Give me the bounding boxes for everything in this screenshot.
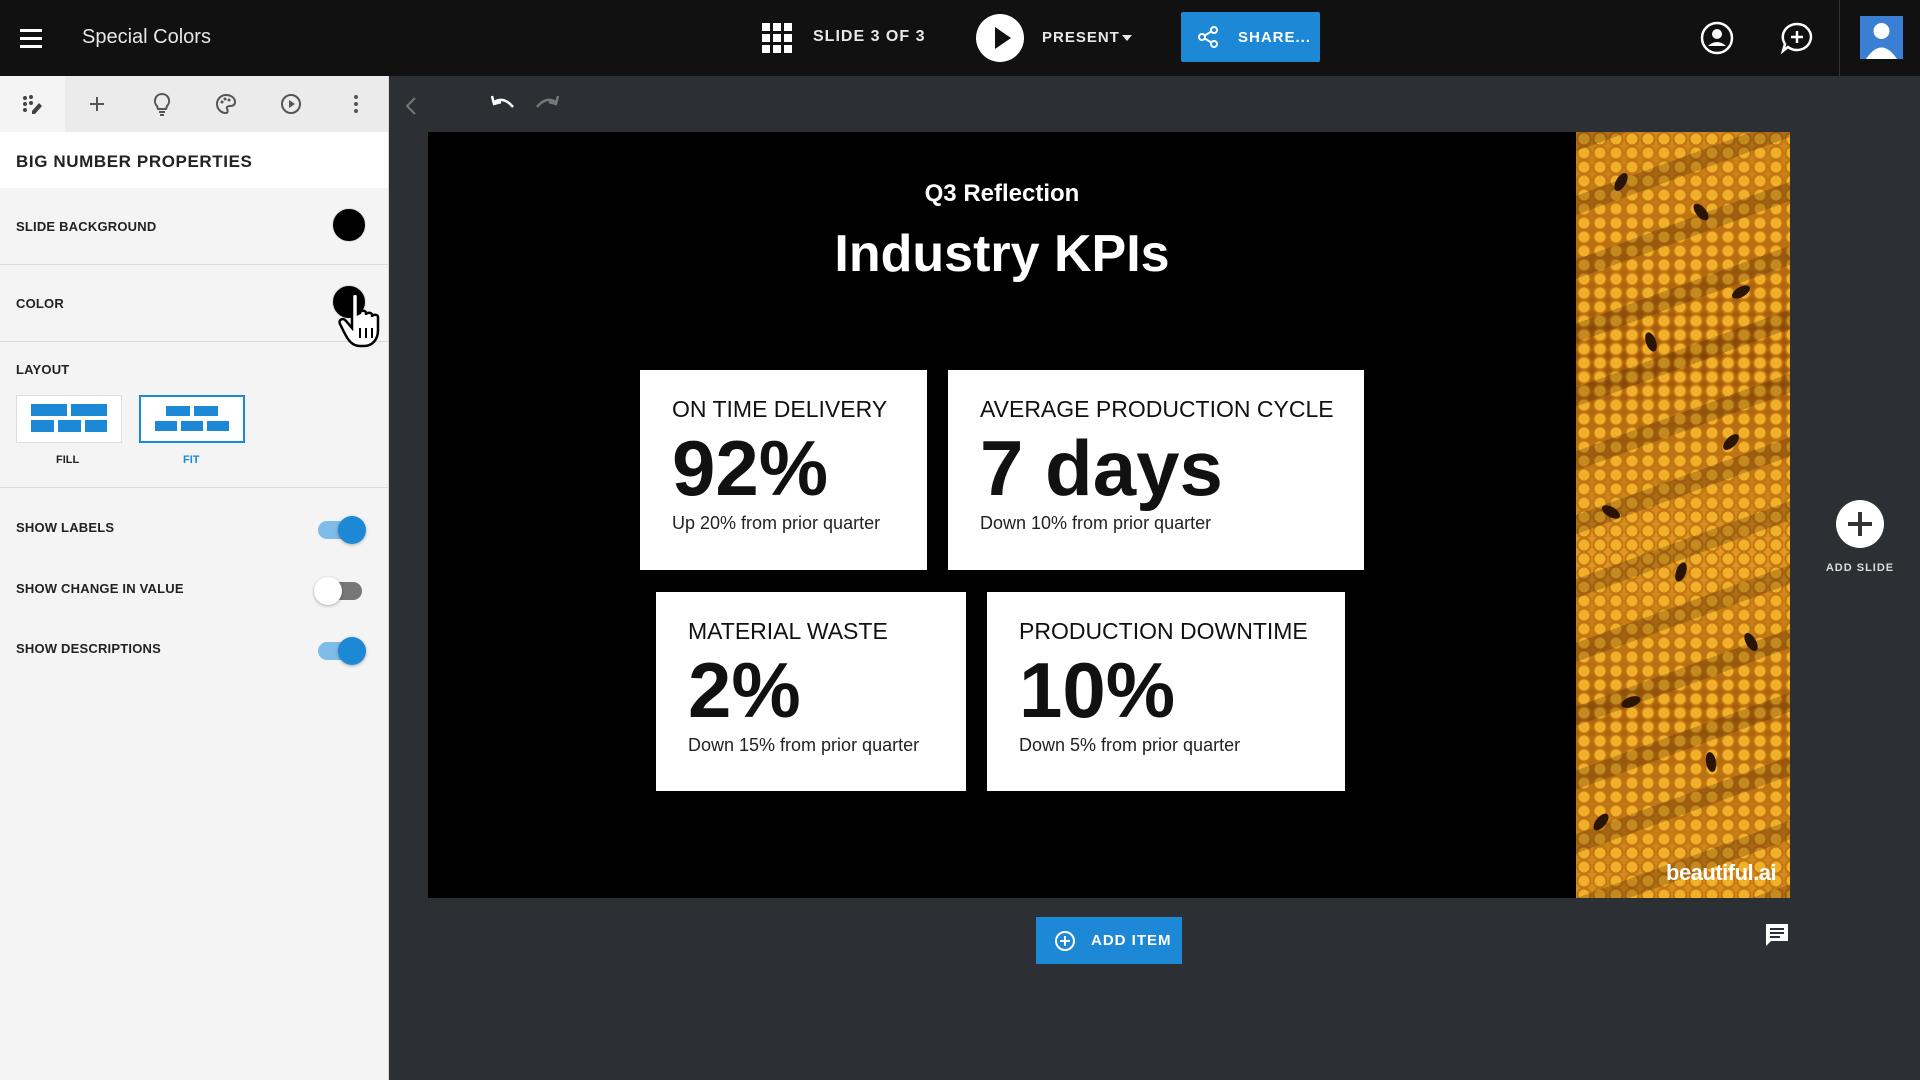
lightbulb-icon [153,92,170,116]
play-icon[interactable] [976,14,1024,62]
kpi-description: Up 20% from prior quarter [672,513,881,533]
slide-title[interactable]: Industry KPIs [428,224,1576,284]
more-vertical-icon [353,95,358,113]
grid-icon[interactable] [762,23,792,53]
hamburger-menu-icon[interactable] [16,22,48,54]
share-button-label: SHARE... [1238,29,1312,46]
panel-tabs [0,76,388,132]
add-item-button[interactable]: ADD ITEM [1036,917,1182,964]
show-change-toggle[interactable] [314,577,362,605]
share-button[interactable]: SHARE... [1181,12,1320,62]
layout-option-fill[interactable] [16,395,122,443]
toggle-row-show-change: SHOW CHANGE IN VALUE [0,548,388,608]
present-button[interactable]: PRESENT [1042,29,1120,46]
play-circle-icon [281,94,302,114]
chevron-down-icon[interactable] [1122,35,1132,41]
kpi-label: AVERAGE PRODUCTION CYCLE [980,396,1334,422]
speaker-notes-icon[interactable] [1764,922,1790,948]
top-bar: Special Colors SLIDE 3 OF 3 PRESENT SHAR… [0,0,1920,76]
kpi-label: MATERIAL WASTE [688,618,888,644]
kpi-description: Down 10% from prior quarter [980,513,1212,533]
kpi-card[interactable]: AVERAGE PRODUCTION CYCLE 7 days Down 10%… [948,370,1364,570]
kpi-value: 92% [672,424,829,512]
add-item-label: ADD ITEM [1091,932,1172,949]
topbar-divider [1839,0,1840,76]
color-label: COLOR [16,296,64,311]
kpi-label: ON TIME DELIVERY [672,396,888,422]
tab-ideas[interactable] [129,76,194,132]
toggle-row-show-labels: SHOW LABELS [0,488,388,548]
slide-canvas[interactable]: Q3 Reflection Industry KPIs ON TIME DELI… [428,132,1790,898]
show-change-label: SHOW CHANGE IN VALUE [16,581,184,596]
add-slide-label: ADD SLIDE [1825,562,1895,574]
plus-circle-icon [1055,931,1075,951]
user-circle-icon[interactable] [1699,20,1735,56]
toggle-row-show-descriptions: SHOW DESCRIPTIONS [0,608,388,668]
avatar[interactable] [1860,16,1903,59]
slide-background-swatch[interactable] [332,208,366,242]
kpi-value: 2% [688,646,801,734]
panel-title: BIG NUMBER PROPERTIES [0,132,388,188]
presentation-title[interactable]: Special Colors [82,26,211,49]
layout-row: LAYOUT FILL FIT [0,342,388,488]
kpi-description: Down 15% from prior quarter [688,735,920,755]
properties-panel: BIG NUMBER PROPERTIES SLIDE BACKGROUND C… [0,76,389,1080]
tab-animation[interactable] [259,76,324,132]
show-labels-toggle[interactable] [318,516,366,544]
add-comment-icon[interactable] [1779,20,1815,56]
layout-fill-caption: FILL [56,454,80,466]
chevron-left-icon[interactable] [404,96,418,116]
layout-label: LAYOUT [16,362,70,377]
share-icon [1198,26,1218,48]
undo-icon[interactable] [490,94,516,114]
add-slide-button[interactable] [1836,500,1884,548]
kpi-value: 7 days [980,424,1223,512]
tab-edit[interactable] [0,76,65,132]
show-descriptions-label: SHOW DESCRIPTIONS [16,641,161,656]
palette-icon [216,93,237,115]
show-descriptions-toggle[interactable] [318,637,366,665]
tab-more[interactable] [323,76,388,132]
kpi-card[interactable]: PRODUCTION DOWNTIME 10% Down 5% from pri… [987,592,1345,791]
hand-cursor-icon [338,292,380,348]
sparkle-edit-icon [23,95,43,114]
watermark-logo: beautiful.ai [1666,860,1777,885]
kpi-label: PRODUCTION DOWNTIME [1019,618,1308,644]
slide-subtitle[interactable]: Q3 Reflection [428,180,1576,208]
layout-fit-caption: FIT [183,454,200,466]
redo-icon[interactable] [534,94,560,114]
slide-background-row: SLIDE BACKGROUND [0,188,388,265]
color-row: COLOR [0,265,388,342]
layout-option-fit[interactable] [139,395,245,443]
honeycomb-image[interactable]: beautiful.ai [1576,132,1790,898]
kpi-value: 10% [1019,646,1176,734]
slide-counter: SLIDE 3 OF 3 [813,28,926,45]
kpi-card[interactable]: ON TIME DELIVERY 92% Up 20% from prior q… [640,370,927,570]
kpi-description: Down 5% from prior quarter [1019,735,1241,755]
plus-icon [90,97,104,111]
tab-add[interactable] [65,76,130,132]
kpi-card[interactable]: MATERIAL WASTE 2% Down 15% from prior qu… [656,592,966,791]
show-labels-label: SHOW LABELS [16,520,115,535]
slide-background-label: SLIDE BACKGROUND [16,219,157,234]
avatar-silhouette-icon [1866,23,1897,59]
tab-theme[interactable] [194,76,259,132]
